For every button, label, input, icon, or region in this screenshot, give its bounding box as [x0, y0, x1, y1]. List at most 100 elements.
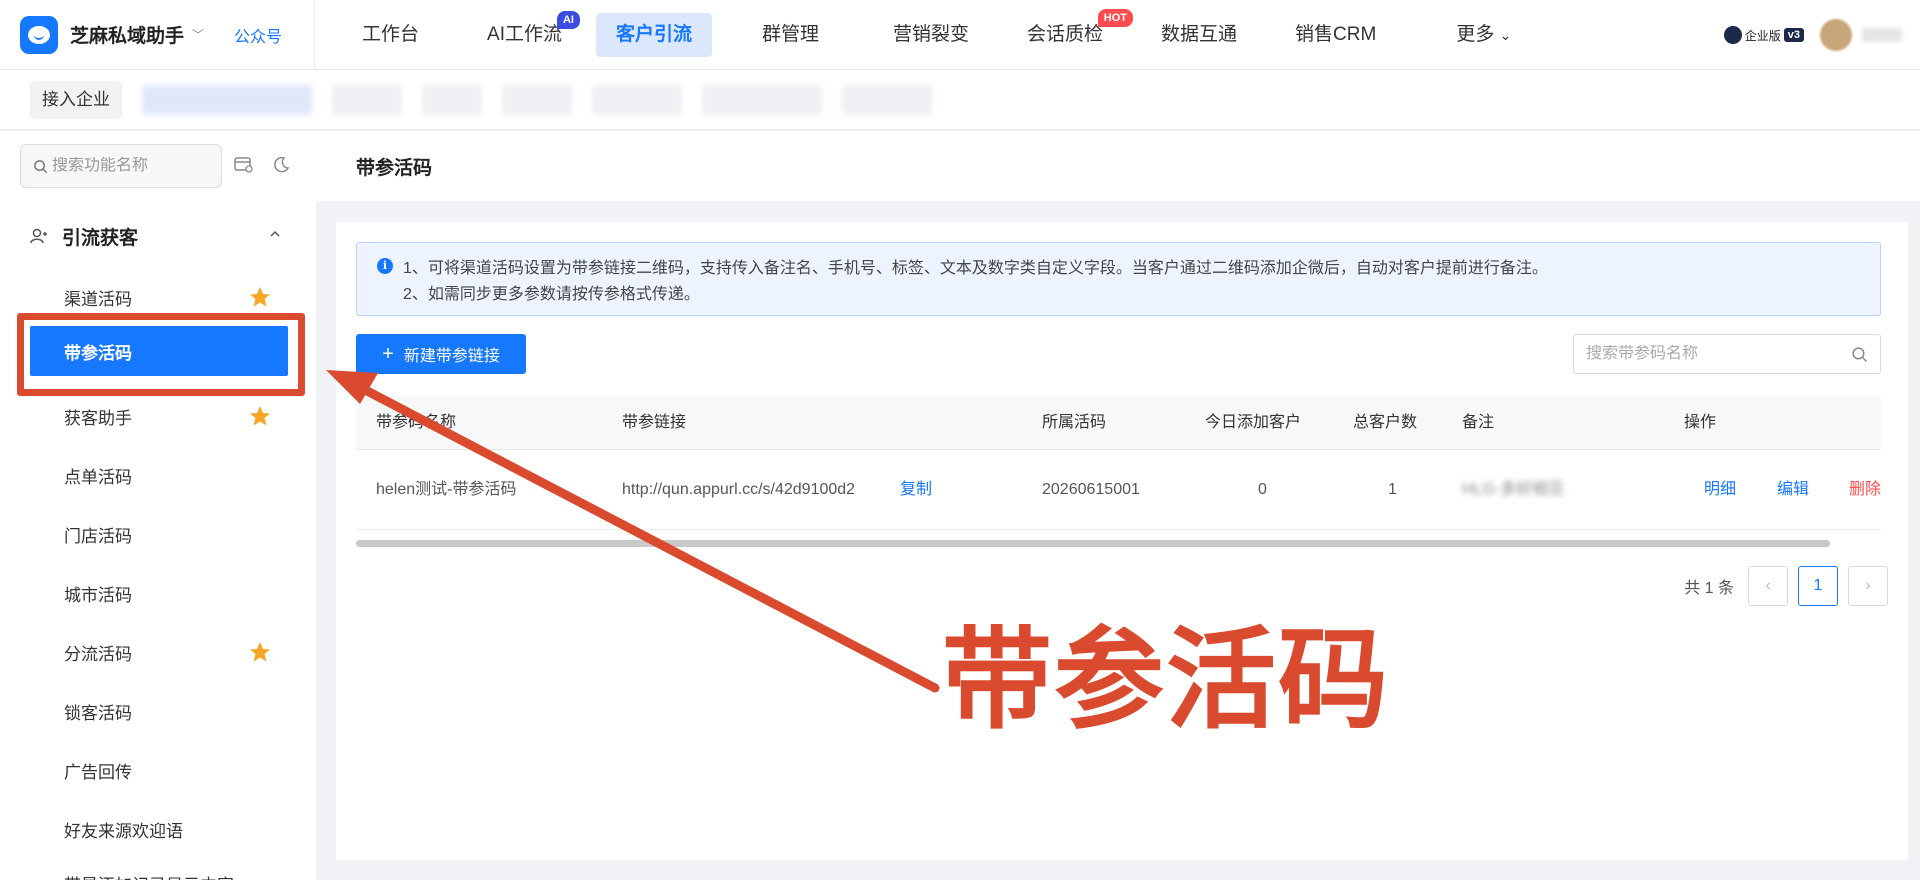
nav-data-sync[interactable]: 数据互通: [1141, 13, 1257, 57]
user-name-blurred[interactable]: [1862, 28, 1902, 42]
info-alert: i 1、可将渠道活码设置为带参链接二维码，支持传入备注名、手机号、标签、文本及数…: [356, 242, 1881, 316]
chat-icon: [28, 25, 50, 44]
app-logo[interactable]: [20, 15, 58, 54]
enterprise-tab-blurred[interactable]: [332, 84, 402, 115]
nav-customer-acquisition[interactable]: 客户引流: [595, 12, 712, 57]
column-header: 所属活码: [1042, 414, 1107, 431]
sidebar-item-channel-code[interactable]: 渠道活码: [30, 272, 288, 322]
nav-label: 工作台: [362, 23, 420, 45]
enterprise-tab-blurred[interactable]: [592, 84, 682, 115]
enterprise-tab-blurred[interactable]: [142, 84, 312, 115]
sidebar-search[interactable]: [20, 144, 222, 188]
cell-link: http://qun.appurl.cc/s/42d9100d2: [622, 481, 856, 498]
brand-name[interactable]: 芝麻私域助手: [70, 21, 184, 48]
card-settings-icon[interactable]: [234, 156, 254, 174]
alert-line: 1、可将渠道活码设置为带参链接二维码，支持传入备注名、手机号、标签、文本及数字类…: [403, 260, 1548, 277]
page-header: 带参活码: [316, 131, 1920, 201]
delete-link[interactable]: 删除: [1849, 450, 1881, 530]
moon-icon[interactable]: [272, 156, 290, 174]
page-number-button[interactable]: 1: [1798, 566, 1838, 606]
sidebar-item-ad-callback[interactable]: 广告回传: [30, 745, 288, 795]
param-code-table: 带参码名称 带参链接 所属活码 今日添加客户 总客户数 备注 操作 helen测…: [356, 396, 1881, 530]
nav-ai-workflow[interactable]: AI工作流 AI: [467, 10, 582, 57]
horizontal-scrollbar[interactable]: [356, 540, 1830, 547]
cell-remark: HLG-多好相见: [1462, 481, 1565, 498]
sidebar-item-order-code[interactable]: 点单活码: [30, 450, 288, 500]
sidebar-item-acquisition-assistant[interactable]: 获客助手: [30, 391, 288, 441]
chevron-down-icon: ⌄: [1499, 26, 1512, 43]
nav-label: 数据互通: [1161, 23, 1238, 45]
copy-link[interactable]: 复制: [900, 450, 932, 530]
pagination: 共 1 条 ‹ 1 ›: [1684, 566, 1888, 606]
edit-link[interactable]: 编辑: [1777, 450, 1809, 530]
enterprise-tab-blurred[interactable]: [422, 84, 482, 115]
enterprise-tab-blurred[interactable]: [842, 84, 932, 115]
star-icon[interactable]: [248, 285, 272, 309]
version-badge: v3: [1783, 28, 1804, 42]
nav-session-qc[interactable]: 会话质检 HOT: [1007, 8, 1134, 57]
nav-label: 营销裂变: [893, 23, 970, 45]
sidebar-item-label: 分流活码: [64, 644, 132, 664]
sidebar-item-label: 好友来源欢迎语: [64, 821, 183, 841]
sidebar-item-store-code[interactable]: 门店活码: [30, 509, 288, 559]
cell-total: 1: [1388, 481, 1397, 498]
annotation-label: 带参活码: [942, 619, 1390, 742]
detail-link[interactable]: 明细: [1704, 450, 1736, 530]
edition-label: 企业版: [1744, 28, 1781, 43]
enterprise-bar: 接入企业: [0, 70, 1920, 130]
star-icon[interactable]: [248, 404, 272, 428]
edition-badge[interactable]: 企业版 v3: [1723, 26, 1804, 44]
sidebar-item-label: 城市活码: [64, 585, 132, 605]
top-right-area: 企业版 v3: [1723, 0, 1920, 70]
sidebar-item-param-code[interactable]: 带参活码: [30, 326, 288, 376]
search-icon: [34, 159, 48, 173]
brand-area: 芝麻私域助手 ﹀ 公众号: [0, 0, 315, 70]
column-header: 带参链接: [622, 414, 687, 431]
sidebar-search-input[interactable]: [52, 157, 212, 175]
alert-line: 2、如需同步更多参数请按传参格式传递。: [403, 286, 700, 303]
cell-code: 20260615001: [1042, 481, 1140, 498]
join-enterprise-button[interactable]: 接入企业: [30, 80, 122, 119]
nav-label: 销售CRM: [1295, 23, 1377, 45]
nav-group-management[interactable]: 群管理: [742, 13, 839, 57]
sidebar-item-split-code[interactable]: 分流活码: [30, 627, 288, 677]
column-header: 操作: [1684, 414, 1717, 431]
column-header: 带参码名称: [376, 414, 457, 431]
user-add-icon: [30, 228, 47, 244]
enterprise-tab-blurred[interactable]: [702, 84, 822, 115]
nav-more[interactable]: 更多 ⌄: [1436, 13, 1531, 57]
button-label: 新建带参链接: [403, 348, 500, 365]
menu-group-acquisition[interactable]: 引流获客: [30, 221, 290, 251]
chevron-down-icon[interactable]: ﹀: [192, 26, 204, 43]
nav-marketing-fission[interactable]: 营销裂变: [873, 13, 989, 57]
next-page-button[interactable]: ›: [1848, 566, 1888, 606]
new-param-link-button[interactable]: + 新建带参链接: [356, 334, 526, 374]
sidebar-item-friend-welcome[interactable]: 好友来源欢迎语: [30, 804, 288, 854]
sidebar-item-label: 获客助手: [64, 408, 132, 428]
star-icon[interactable]: [248, 640, 272, 664]
avatar[interactable]: [1820, 19, 1852, 51]
param-code-search[interactable]: [1573, 334, 1881, 374]
param-code-search-input[interactable]: [1586, 345, 1846, 363]
nav-workbench[interactable]: 工作台: [342, 13, 439, 57]
sidebar-item-label: 广告回传: [64, 762, 132, 782]
enterprise-tab-blurred[interactable]: [502, 84, 572, 115]
cell-today: 0: [1258, 481, 1267, 498]
account-type-link[interactable]: 公众号: [234, 23, 282, 47]
sidebar-item-lock-code[interactable]: 锁客活码: [30, 686, 288, 736]
sidebar: 引流获客 渠道活码 带参活码 获客助手 点单活码 门店活码 城市活码 分流活码 …: [0, 131, 316, 880]
nav-sales-crm[interactable]: 销售CRM: [1275, 13, 1396, 57]
search-icon[interactable]: [1851, 346, 1868, 363]
sidebar-item-city-code[interactable]: 城市活码: [30, 568, 288, 618]
column-header: 备注: [1462, 414, 1495, 431]
hot-badge: HOT: [1097, 8, 1134, 27]
sidebar-item-add-record[interactable]: 带是添加记录显示内容: [30, 858, 288, 880]
prev-page-button[interactable]: ‹: [1748, 566, 1788, 606]
main-nav: 工作台 AI工作流 AI 客户引流 群管理 营销裂变 会话质检 HOT 数据互通 销…: [342, 0, 1531, 70]
nav-label: 会话质检: [1027, 23, 1104, 45]
content-card: i 1、可将渠道活码设置为带参链接二维码，支持传入备注名、手机号、标签、文本及数…: [336, 222, 1908, 860]
sidebar-item-label: 点单活码: [64, 467, 132, 487]
page-title: 带参活码: [356, 157, 433, 179]
nav-label: AI工作流: [487, 23, 562, 45]
sidebar-item-label: 带参活码: [64, 343, 132, 363]
